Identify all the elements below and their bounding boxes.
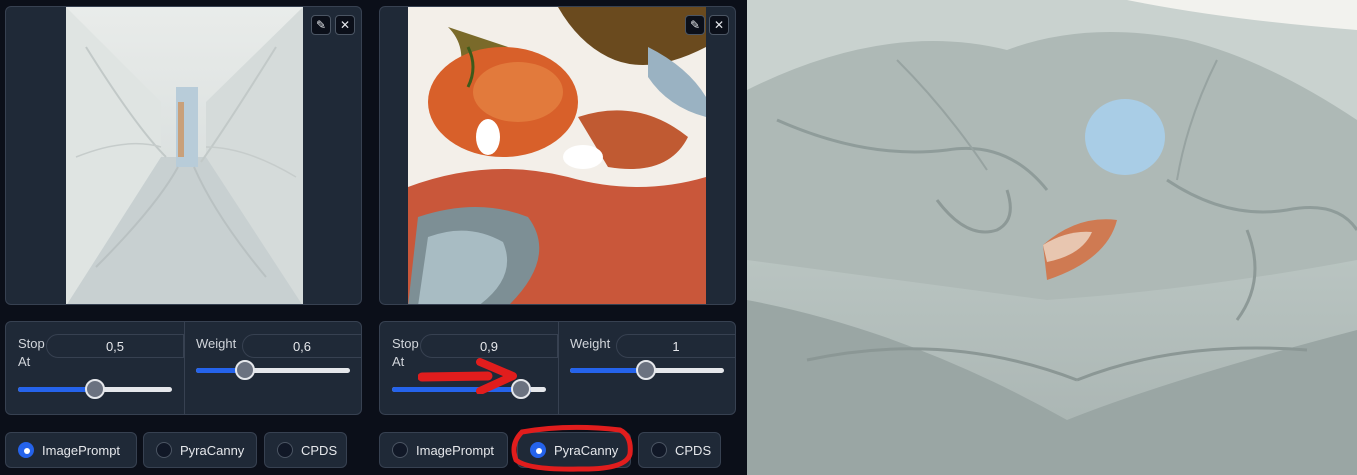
divider — [558, 322, 559, 414]
x-icon: ✕ — [713, 18, 725, 32]
radio-imageprompt[interactable]: ImagePrompt — [379, 432, 508, 468]
stop-at-input[interactable]: 0,9 — [420, 334, 558, 358]
stop-at-slider-thumb[interactable] — [85, 379, 105, 399]
radio-pyracanny[interactable]: PyraCanny — [143, 432, 257, 468]
edit-image-button[interactable]: ✎ — [311, 15, 331, 35]
image-slot-1[interactable]: ✎ ✕ — [5, 6, 362, 305]
remove-image-button[interactable]: ✕ — [709, 15, 729, 35]
weight-input[interactable]: 1 — [616, 334, 736, 358]
radio-label: CPDS — [301, 442, 338, 458]
radio-unchecked-icon — [156, 442, 172, 458]
pencil-icon: ✎ — [315, 18, 327, 32]
radio-label: PyraCanny — [180, 442, 245, 458]
radio-label: CPDS — [675, 442, 712, 458]
radio-checked-icon — [18, 442, 34, 458]
radio-label: ImagePrompt — [416, 442, 495, 458]
weight-label: Weight — [570, 336, 611, 351]
stop-at-slider-fill — [392, 387, 531, 392]
radio-checked-icon — [530, 442, 546, 458]
weight-slider-thumb[interactable] — [636, 360, 656, 380]
radio-label: ImagePrompt — [42, 442, 121, 458]
radio-label: PyraCanny — [554, 442, 619, 458]
image-slot-2[interactable]: ✎ ✕ — [379, 6, 736, 305]
radio-pyracanny[interactable]: PyraCanny — [517, 432, 631, 468]
pencil-icon: ✎ — [689, 18, 701, 32]
radio-imageprompt[interactable]: ImagePrompt — [5, 432, 137, 468]
radio-unchecked-icon — [392, 442, 408, 458]
controls-slot-2: Stop At 0,9 Weight 1 — [379, 321, 736, 415]
radio-cpds[interactable]: CPDS — [264, 432, 347, 468]
stop-at-input[interactable]: 0,5 — [46, 334, 184, 358]
radio-cpds[interactable]: CPDS — [638, 432, 721, 468]
edit-image-button[interactable]: ✎ — [685, 15, 705, 35]
stop-at-slider-fill — [18, 387, 95, 392]
x-icon: ✕ — [339, 18, 351, 32]
input-image-2 — [408, 7, 706, 304]
weight-label: Weight — [196, 336, 237, 351]
radio-unchecked-icon — [277, 442, 293, 458]
weight-slider-thumb[interactable] — [235, 360, 255, 380]
input-image-1 — [66, 7, 303, 304]
divider — [184, 322, 185, 414]
weight-input[interactable]: 0,6 — [242, 334, 362, 358]
output-image — [747, 0, 1357, 475]
radio-unchecked-icon — [651, 442, 667, 458]
stop-at-slider-thumb[interactable] — [511, 379, 531, 399]
weight-slider-track[interactable] — [196, 368, 350, 373]
controls-slot-1: Stop At 0,5 Weight 0,6 — [5, 321, 362, 415]
remove-image-button[interactable]: ✕ — [335, 15, 355, 35]
